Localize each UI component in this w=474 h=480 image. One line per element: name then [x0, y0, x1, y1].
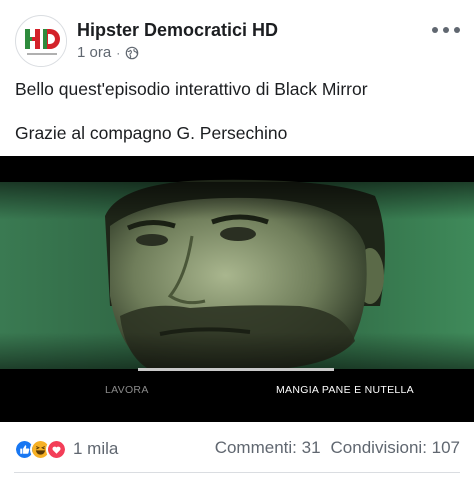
choice-option-1[interactable]: LAVORA: [105, 384, 149, 396]
choice-option-2[interactable]: MANGIA PANE E NUTELLA: [276, 384, 414, 396]
page-avatar[interactable]: [15, 15, 67, 67]
post-stats: Commenti: 31 Condivisioni: 107: [215, 438, 460, 458]
love-icon: [46, 438, 67, 460]
post-video[interactable]: LAVORA MANGIA PANE E NUTELLA: [0, 156, 474, 422]
hd-logo: [17, 17, 66, 66]
reactions-summary[interactable]: 1 mila: [14, 437, 118, 461]
post-header: Hipster Democratici HD 1 ora ·: [0, 0, 474, 70]
meta-separator: ·: [116, 45, 121, 60]
footer-divider: [14, 472, 460, 473]
comments-count[interactable]: Commenti: 31: [215, 438, 321, 458]
page-name[interactable]: Hipster Democratici HD: [77, 20, 278, 41]
shares-count[interactable]: Condivisioni: 107: [331, 438, 460, 458]
choice-timer-bar: [138, 368, 334, 371]
post-text-line-1: Bello quest'episodio interattivo di Blac…: [15, 79, 368, 99]
post-text-line-2: Grazie al compagno G. Persechino: [15, 123, 288, 143]
post-meta: 1 ora ·: [77, 44, 139, 61]
reactions-count: 1 mila: [73, 439, 119, 458]
globe-icon: [125, 46, 139, 59]
more-options-icon[interactable]: [432, 22, 460, 38]
post-time[interactable]: 1 ora: [77, 44, 111, 61]
post-text: Bello quest'episodio interattivo di Blac…: [15, 78, 460, 144]
